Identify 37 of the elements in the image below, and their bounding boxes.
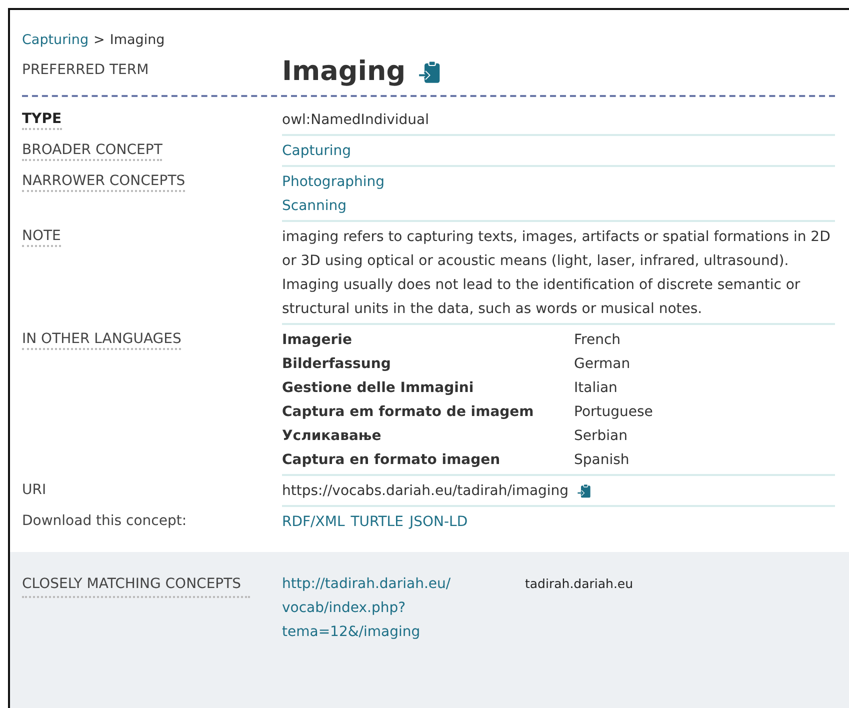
field-label: BROADER CONCEPT bbox=[22, 142, 162, 161]
download-link[interactable]: TURTLE bbox=[350, 510, 404, 534]
language-name: Spanish bbox=[574, 451, 630, 470]
language-name: Italian bbox=[574, 379, 618, 398]
source-text: tadirah.dariah.eu bbox=[525, 575, 634, 593]
field-label: PREFERRED TERM bbox=[22, 62, 149, 78]
breadcrumb-link[interactable]: Capturing bbox=[22, 32, 89, 48]
translated-term: Captura en formato imagen bbox=[282, 451, 502, 470]
language-name: Portuguese bbox=[574, 403, 654, 422]
concept-link[interactable]: Capturing bbox=[282, 143, 352, 159]
language-name: German bbox=[574, 355, 632, 374]
value-text: imaging refers to capturing texts, images, artifacts or spatial formations in 2D or 3D using optical or acoustic means (light, laser, infrared, ultrasound). Imaging usually does not lead to the identification of discrete semantic or structural units in the data, such as words or musical notes. bbox=[282, 228, 832, 319]
concept-title: Imaging bbox=[282, 56, 406, 87]
download-link[interactable]: JSON-LD bbox=[409, 510, 468, 534]
field-label: Download this concept: bbox=[22, 513, 187, 529]
field-label: CLOSELY MATCHING CONCEPTS bbox=[22, 572, 250, 598]
translated-term: Imagerie bbox=[282, 331, 353, 350]
language-name: Serbian bbox=[574, 427, 628, 446]
matching-concept-link[interactable]: http://tadirah.dariah.eu/ vocab/index.php? tema=12&/imaging bbox=[282, 572, 525, 708]
value-text: owl:NamedIndividual bbox=[282, 111, 430, 130]
translated-term: Bilderfassung bbox=[282, 355, 392, 374]
clipboard-icon[interactable] bbox=[576, 483, 593, 499]
breadcrumb-current: Imaging bbox=[110, 32, 165, 48]
concept-link[interactable]: Scanning bbox=[282, 198, 347, 214]
concept-link[interactable]: Photographing bbox=[282, 174, 385, 190]
field-label: URI bbox=[22, 482, 46, 498]
translated-term: Captura em formato de imagem bbox=[282, 403, 535, 422]
field-label: NOTE bbox=[22, 228, 61, 247]
field-label: IN OTHER LANGUAGES bbox=[22, 331, 182, 350]
breadcrumb-separator: > bbox=[94, 32, 105, 48]
field-label: TYPE bbox=[22, 111, 62, 130]
download-link[interactable]: RDF/XML bbox=[282, 510, 345, 534]
language-name: French bbox=[574, 331, 622, 350]
uri-text: https://vocabs.dariah.eu/tadirah/imaging bbox=[282, 482, 569, 501]
translated-term: Усликавање bbox=[282, 427, 382, 446]
translated-term: Gestione delle Immagini bbox=[282, 379, 475, 398]
field-label: NARROWER CONCEPTS bbox=[22, 173, 186, 192]
